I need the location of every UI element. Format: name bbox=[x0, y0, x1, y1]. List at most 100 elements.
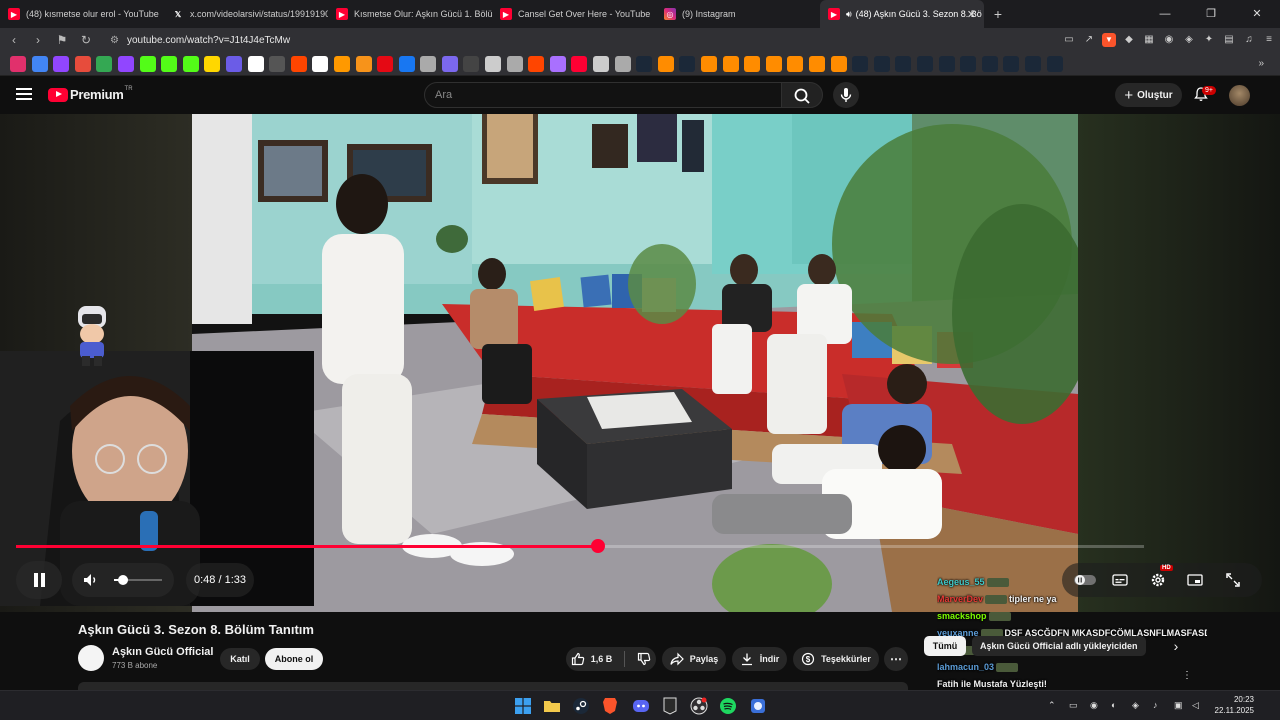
extension-icon[interactable]: ◉ bbox=[1162, 33, 1176, 47]
youtube-logo[interactable]: Premium TR bbox=[48, 86, 133, 102]
back-icon[interactable]: ‹ bbox=[4, 33, 24, 47]
bookmark-icon[interactable] bbox=[636, 55, 653, 72]
browser-tab[interactable]: ▶ (48) kısmetse olur erol - YouTube bbox=[0, 0, 164, 28]
progress-scrubber[interactable] bbox=[591, 539, 605, 553]
volume-icon[interactable] bbox=[81, 570, 101, 590]
speaker-icon[interactable]: ◁ bbox=[1192, 700, 1199, 711]
bookmark-icon[interactable] bbox=[765, 55, 782, 72]
description-box[interactable] bbox=[78, 682, 908, 690]
search-button[interactable] bbox=[781, 82, 823, 108]
pause-button[interactable] bbox=[16, 561, 62, 599]
create-button[interactable]: + Oluştur bbox=[1115, 83, 1182, 107]
bookmark-icon[interactable] bbox=[161, 55, 178, 72]
chip-all[interactable]: Tümü bbox=[924, 636, 966, 656]
file-explorer-icon[interactable] bbox=[542, 696, 562, 716]
forward-icon[interactable]: › bbox=[28, 33, 48, 47]
bookmark-icon[interactable] bbox=[398, 55, 415, 72]
bookmark-icon[interactable] bbox=[10, 55, 26, 72]
bookmark-icon[interactable] bbox=[895, 55, 912, 72]
bookmark-icon[interactable] bbox=[1024, 55, 1041, 72]
tray-chevron-up-icon[interactable]: ⌃ bbox=[1048, 700, 1056, 711]
bookmark-icon[interactable] bbox=[960, 55, 977, 72]
bookmark-icon[interactable] bbox=[139, 55, 156, 72]
bookmark-icon[interactable] bbox=[981, 55, 998, 72]
browser-tab[interactable]: ▶ Kısmetse Olur: Aşkın Gücü 1. Bölüm bbox=[328, 0, 492, 28]
bookmark-icon[interactable] bbox=[204, 55, 221, 72]
extension-icon[interactable]: ◆ bbox=[1122, 33, 1136, 47]
bookmark-icon[interactable] bbox=[377, 55, 394, 72]
bookmark-icon[interactable] bbox=[441, 55, 458, 72]
spotify-icon[interactable] bbox=[718, 696, 738, 716]
bookmark-icon[interactable] bbox=[873, 55, 890, 72]
fullscreen-icon[interactable] bbox=[1225, 572, 1241, 588]
network-icon[interactable]: ▣ bbox=[1174, 700, 1183, 711]
bookmark-icon[interactable] bbox=[808, 55, 825, 72]
tray-icon[interactable]: ▭ bbox=[1069, 700, 1078, 711]
reload-icon[interactable]: ↻ bbox=[76, 33, 96, 47]
tray-icon[interactable]: ◉ bbox=[1090, 700, 1098, 711]
volume-knob[interactable] bbox=[118, 575, 128, 585]
bookmark-icon[interactable] bbox=[549, 55, 566, 72]
media-icon[interactable]: ♫ bbox=[1242, 33, 1256, 47]
bookmark-icon[interactable] bbox=[463, 55, 480, 72]
cast-icon[interactable]: ▭ bbox=[1062, 33, 1076, 47]
bookmark-icon[interactable] bbox=[916, 55, 933, 72]
chevron-right-icon[interactable]: › bbox=[1166, 636, 1186, 656]
bookmark-icon[interactable] bbox=[420, 55, 437, 72]
restore-icon[interactable]: ❐ bbox=[1188, 0, 1234, 28]
more-options-icon[interactable]: ⋮ bbox=[1182, 670, 1192, 681]
new-tab-button[interactable]: + bbox=[984, 6, 1012, 22]
like-button[interactable]: 1,6 B bbox=[571, 652, 612, 666]
bookmark-icon[interactable] bbox=[938, 55, 955, 72]
extension-icon[interactable]: ◈ bbox=[1182, 33, 1196, 47]
bookmark-icon[interactable] bbox=[722, 55, 739, 72]
chip-from-uploader[interactable]: Aşkın Gücü Official adlı yükleyiciden bbox=[972, 636, 1146, 656]
more-bookmarks-icon[interactable]: » bbox=[1258, 58, 1264, 69]
steam-icon[interactable] bbox=[571, 696, 591, 716]
speaker-icon[interactable]: 🔊︎ bbox=[846, 9, 852, 20]
extensions-puzzle-icon[interactable]: ✦ bbox=[1202, 33, 1216, 47]
more-actions-button[interactable]: ⋯ bbox=[884, 647, 908, 671]
extension-icon[interactable]: ▦ bbox=[1142, 33, 1156, 47]
bookmark-icon[interactable] bbox=[333, 55, 350, 72]
close-tab-icon[interactable]: ✕ bbox=[967, 8, 976, 21]
bookmark-icon[interactable] bbox=[269, 55, 286, 72]
bookmark-icon[interactable] bbox=[852, 55, 869, 72]
bookmark-icon[interactable] bbox=[53, 55, 70, 72]
browser-tab[interactable]: ◎ (9) Instagram bbox=[656, 0, 820, 28]
share-icon[interactable]: ↗ bbox=[1082, 33, 1096, 47]
bookmark-icon[interactable] bbox=[1003, 55, 1020, 72]
bookmark-icon[interactable] bbox=[96, 55, 113, 72]
bookmark-icon[interactable] bbox=[744, 55, 761, 72]
menu-icon[interactable] bbox=[16, 88, 32, 100]
join-button[interactable]: Katıl bbox=[220, 648, 260, 670]
system-clock[interactable]: 20:23 22.11.2025 bbox=[1208, 694, 1254, 716]
bookmark-icon[interactable] bbox=[485, 55, 502, 72]
voice-search-button[interactable] bbox=[833, 82, 859, 108]
menu-icon[interactable]: ≡ bbox=[1262, 33, 1276, 47]
microphone-tray-icon[interactable]: ♪ bbox=[1153, 700, 1158, 710]
bookmark-icon[interactable] bbox=[74, 55, 91, 72]
bookmark-icon[interactable]: ⚑ bbox=[52, 33, 72, 47]
steam-tray-icon[interactable]: ◐ bbox=[1111, 700, 1116, 710]
close-window-icon[interactable]: ✕ bbox=[1234, 0, 1280, 28]
bookmark-icon[interactable] bbox=[701, 55, 717, 72]
subscribe-button[interactable]: Abone ol bbox=[265, 648, 323, 670]
browser-tab[interactable]: 𝕏 x.com/videolarsivi/status/1991919088 bbox=[164, 0, 328, 28]
thumbs-down-icon[interactable] bbox=[637, 652, 651, 666]
bookmark-icon[interactable] bbox=[830, 55, 847, 72]
bookmark-icon[interactable] bbox=[247, 55, 264, 72]
bookmark-icon[interactable] bbox=[312, 55, 329, 72]
brave-shields-icon[interactable]: ▼ bbox=[1102, 33, 1116, 47]
bookmark-icon[interactable] bbox=[614, 55, 631, 72]
search-input[interactable]: Ara bbox=[424, 82, 782, 108]
tray-icon[interactable]: ◈ bbox=[1132, 700, 1139, 711]
browser-tab-active[interactable]: ▶ 🔊︎ (48) Aşkın Gücü 3. Sezon 8. Bö ✕ bbox=[820, 0, 984, 28]
epic-games-icon[interactable] bbox=[660, 696, 680, 716]
avatar[interactable] bbox=[1229, 85, 1250, 106]
bookmark-icon[interactable] bbox=[679, 55, 696, 72]
browser-tab[interactable]: ▶ Cansel Get Over Here - YouTube bbox=[492, 0, 656, 28]
download-button[interactable]: İndir bbox=[732, 647, 787, 671]
bookmark-icon[interactable] bbox=[117, 55, 134, 72]
bookmark-icon[interactable] bbox=[225, 55, 242, 72]
